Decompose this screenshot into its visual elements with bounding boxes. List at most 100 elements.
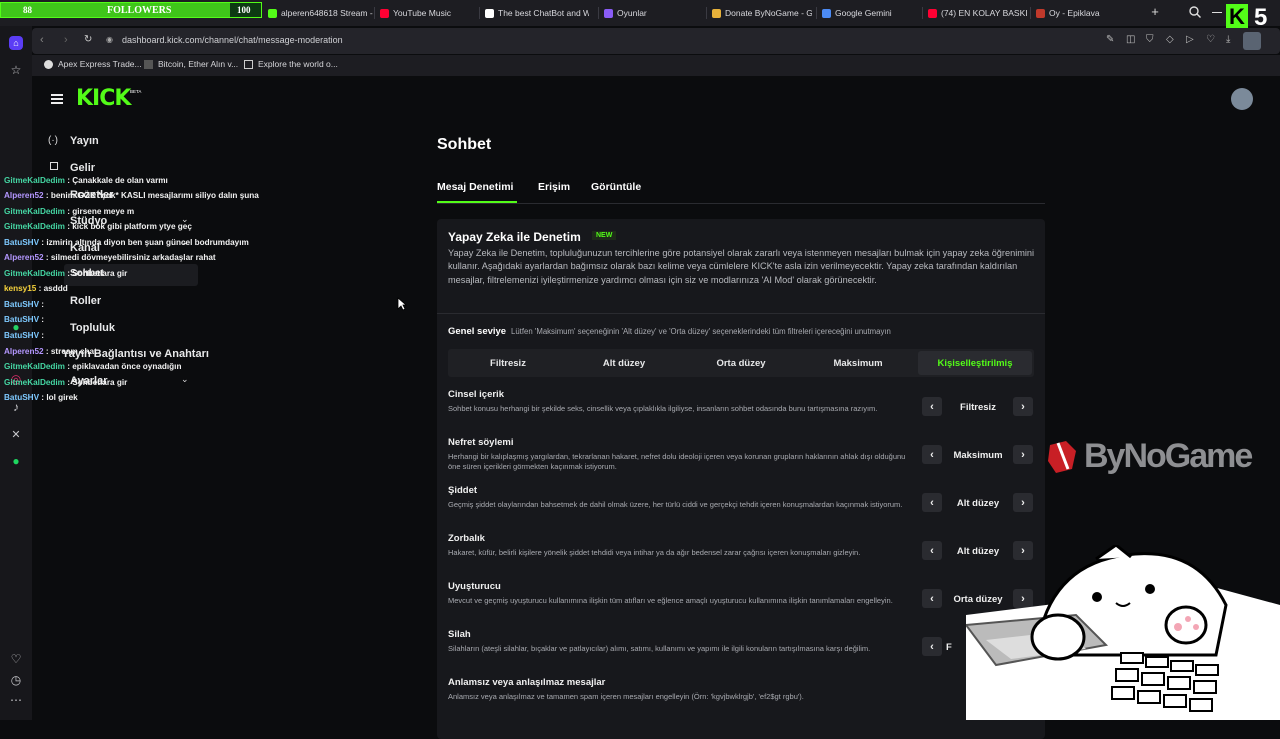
chat-username[interactable]: BatuSHV (4, 315, 39, 324)
url-field[interactable]: dashboard.kick.com/channel/chat/message-… (122, 35, 343, 45)
browser-tab[interactable]: The best ChatBot and W (485, 4, 589, 22)
chat-text: asddd (43, 284, 68, 293)
tab-favicon-icon (712, 8, 721, 18)
chat-message: GitmeKalDedim : Çanakkale de olan varmı (4, 176, 168, 185)
rule-title: Cinsel içerik (448, 389, 504, 400)
bookmark-explore[interactable]: Explore the world o... (244, 59, 338, 69)
chat-username[interactable]: GitmeKalDedim (4, 269, 65, 278)
new-badge: NEW (592, 231, 617, 240)
browser-tab[interactable]: Oy - Epiklava (1036, 4, 1136, 22)
tab-erisim[interactable]: Erişim (538, 181, 570, 193)
chat-username[interactable]: Alperen52 (4, 347, 44, 356)
shield-icon[interactable]: ⛉ (1146, 34, 1154, 45)
level-option[interactable]: Filtresiz (452, 351, 564, 375)
download-icon[interactable]: ⤓ (1226, 34, 1230, 45)
chat-username[interactable]: Alperen52 (4, 253, 44, 262)
nav-roller[interactable]: Roller (70, 295, 101, 307)
chat-username[interactable]: BatuSHV (4, 331, 39, 340)
ai-title: Yapay Zeka ile Denetim (448, 230, 581, 244)
new-tab-button[interactable]: + (1148, 5, 1162, 19)
nav-topluluk[interactable]: Topluluk (70, 322, 115, 334)
chat-username[interactable]: GitmeKalDedim (4, 378, 65, 387)
browser-tab[interactable]: Donate ByNoGame - Ge (712, 4, 812, 22)
reload-icon[interactable]: ↻ (84, 34, 92, 45)
chat-username[interactable]: GitmeKalDedim (4, 222, 65, 231)
level-option[interactable]: Kişiselleştirilmiş (918, 351, 1032, 375)
decrease-level-button[interactable]: ‹ (922, 541, 942, 560)
rule-level-value: Filtresiz (960, 402, 996, 413)
decrease-level-button[interactable]: ‹ (922, 637, 942, 656)
decrease-level-button[interactable]: ‹ (922, 493, 942, 512)
chat-username[interactable]: BatuSHV (4, 300, 39, 309)
tab-favicon-icon (822, 8, 831, 18)
chat-text: benim GÖK *çok* KASLI mesajlarımı siliyo… (50, 191, 259, 200)
x-icon[interactable]: ✕ (9, 427, 23, 441)
edit-icon[interactable]: ✎ (1106, 34, 1114, 45)
general-level-label: Genel seviye (448, 326, 507, 337)
hamburger-icon[interactable] (51, 94, 63, 104)
chat-text: Sohbetlara gir (72, 269, 128, 278)
bongo-cat-illustration (964, 543, 1280, 720)
mouse-cursor-icon (397, 297, 408, 316)
level-option[interactable]: Orta düzey (685, 351, 797, 375)
chat-username[interactable]: GitmeKalDedim (4, 362, 65, 371)
tab-mesaj-denetimi[interactable]: Mesaj Denetimi (437, 181, 513, 193)
forward-icon[interactable]: › (64, 34, 68, 46)
chat-username[interactable]: BatuSHV (4, 393, 39, 402)
chat-message: BatuSHV : (4, 331, 44, 340)
camera-icon[interactable]: ◫ (1126, 34, 1135, 45)
user-avatar[interactable] (1231, 88, 1253, 110)
spotify-icon[interactable]: ● (9, 454, 23, 468)
chat-username[interactable]: kensy15 (4, 284, 36, 293)
rule-title: Silah (448, 629, 471, 640)
decrease-level-button[interactable]: ‹ (922, 445, 942, 464)
tiktok-icon[interactable]: ♪ (9, 400, 23, 414)
chat-username[interactable]: GitmeKalDedim (4, 207, 65, 216)
tabs-divider (437, 203, 1045, 204)
nav-yayin[interactable]: Yayın (70, 135, 99, 147)
tab-separator (374, 7, 375, 19)
level-option[interactable]: Alt düzey (568, 351, 680, 375)
cube-icon[interactable]: ◇ (1166, 34, 1174, 45)
address-bar: ‹ › ↻ ◉ dashboard.kick.com/channel/chat/… (32, 28, 1280, 54)
browser-tab[interactable]: YouTube Music (380, 4, 478, 22)
back-icon[interactable]: ‹ (40, 34, 44, 46)
bookmark-bitcoin[interactable]: Bitcoin, Ether Alın v... (144, 59, 238, 69)
increase-level-button[interactable]: › (1013, 445, 1033, 464)
browser-tab[interactable]: Oyunlar (604, 4, 702, 22)
browser-tab[interactable]: (74) EN KOLAY BASKIN I (928, 4, 1028, 22)
heart-icon[interactable]: ♡ (9, 652, 23, 666)
increase-level-button[interactable]: › (1013, 493, 1033, 512)
search-tabs-icon[interactable] (1188, 5, 1202, 19)
tab-favicon-icon (604, 8, 613, 18)
minimize-icon[interactable] (1212, 12, 1222, 13)
apex-icon (44, 59, 53, 69)
browser-tab[interactable]: alperen648618 Stream - (268, 4, 374, 22)
chat-username[interactable]: Alperen52 (4, 191, 44, 200)
decrease-level-button[interactable]: ‹ (922, 589, 942, 608)
tab-separator (922, 7, 923, 19)
rule-description: Anlamsız veya anlaşılmaz ve tamamen spam… (448, 692, 804, 701)
heart-icon[interactable]: ♡ (1206, 34, 1215, 45)
play-icon[interactable]: ▷ (1186, 34, 1194, 45)
home-icon[interactable]: ⌂ (9, 36, 23, 50)
profile-avatar[interactable] (1243, 32, 1261, 50)
site-info-icon[interactable]: ◉ (106, 35, 113, 44)
tab-goruntule[interactable]: Görüntüle (591, 181, 641, 193)
more-icon[interactable]: ⋯ (9, 693, 23, 707)
browser-tab[interactable]: Google Gemini (822, 4, 918, 22)
increase-level-button[interactable]: › (1013, 397, 1033, 416)
star-icon[interactable]: ☆ (9, 63, 23, 77)
history-icon[interactable]: ◷ (9, 673, 23, 687)
kick-logo[interactable]: KICK BETA (76, 86, 141, 111)
chat-message: GitmeKalDedim : epiklavadan önce oynadığ… (4, 362, 181, 371)
chat-username[interactable]: GitmeKalDedim (4, 176, 65, 185)
decrease-level-button[interactable]: ‹ (922, 397, 942, 416)
chat-username[interactable]: BatuSHV (4, 238, 39, 247)
chevron-down-icon[interactable]: ⌄ (181, 374, 189, 385)
nav-gelir[interactable]: Gelir (70, 162, 95, 174)
chat-message: kensy15 : asddd (4, 284, 68, 293)
browser-tab-bar: 88 FOLLOWERS 100 alperen648618 Stream - Y… (0, 0, 1280, 26)
level-option[interactable]: Maksimum (802, 351, 914, 375)
bookmark-apex[interactable]: Apex Express Trade... (44, 59, 142, 69)
